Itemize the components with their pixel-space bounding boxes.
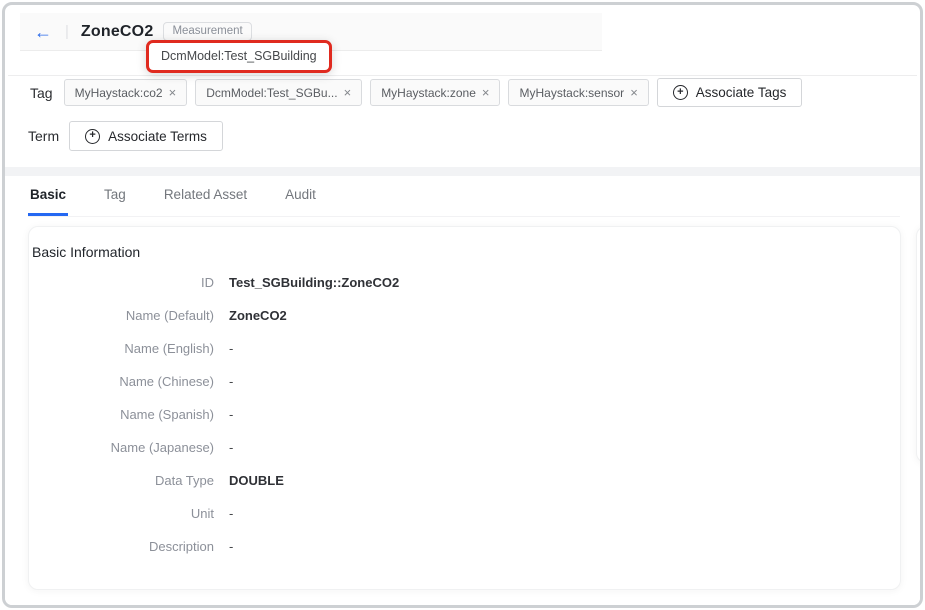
tab-basic[interactable]: Basic — [28, 180, 68, 216]
tag-chip[interactable]: MyHaystack:co2 × — [64, 79, 188, 106]
field-label: Name (Japanese) — [32, 438, 214, 458]
field-label: Unit — [32, 504, 214, 524]
field-value: - — [229, 372, 233, 392]
header-divider: | — [65, 23, 69, 40]
field-value: - — [229, 504, 233, 524]
field-row-name-default: Name (Default) ZoneCO2 — [32, 306, 900, 326]
circle-plus-icon: + — [673, 85, 688, 100]
field-row-data-type: Data Type DOUBLE — [32, 471, 900, 491]
field-value: Test_SGBuilding::ZoneCO2 — [229, 273, 399, 293]
page-title: ZoneCO2 — [81, 23, 154, 41]
tag-chip[interactable]: MyHaystack:sensor × — [508, 79, 648, 106]
field-label: Description — [32, 537, 214, 557]
tab-related-asset[interactable]: Related Asset — [162, 180, 249, 216]
tag-section-label: Tag — [30, 85, 53, 101]
term-section: Term + Associate Terms — [28, 121, 223, 151]
field-label: Name (Chinese) — [32, 372, 214, 392]
field-row-id: ID Test_SGBuilding::ZoneCO2 — [32, 273, 900, 293]
field-label: Name (English) — [32, 339, 214, 359]
app-window: ← | ZoneCO2 Measurement DcmModel:Test_SG… — [2, 2, 923, 608]
field-value: DOUBLE — [229, 471, 284, 491]
tag-chip[interactable]: DcmModel:Test_SGBu... × — [195, 79, 362, 106]
chip-close-icon[interactable]: × — [169, 86, 177, 99]
field-value: - — [229, 405, 233, 425]
tag-chip-label: DcmModel:Test_SGBu... — [206, 86, 337, 100]
field-label: Data Type — [32, 471, 214, 491]
chip-close-icon[interactable]: × — [482, 86, 490, 99]
tab-bar: Basic Tag Related Asset Audit — [28, 180, 900, 217]
tag-chip-label: MyHaystack:sensor — [519, 86, 624, 100]
tab-tag[interactable]: Tag — [102, 180, 128, 216]
measurement-badge: Measurement — [163, 22, 251, 41]
associate-terms-button[interactable]: + Associate Terms — [69, 121, 223, 151]
back-icon[interactable]: ← — [34, 23, 52, 41]
field-row-name-spanish: Name (Spanish) - — [32, 405, 900, 425]
term-section-label: Term — [28, 128, 59, 144]
field-label: Name (Spanish) — [32, 405, 214, 425]
basic-information-card: Basic Information ID Test_SGBuilding::Zo… — [28, 226, 901, 590]
basic-information-heading: Basic Information — [32, 244, 900, 260]
tabs-panel: Basic Tag Related Asset Audit Basic Info… — [5, 176, 920, 605]
field-label: Name (Default) — [32, 306, 214, 326]
tag-chip-list: MyHaystack:co2 × DcmModel:Test_SGBu... ×… — [64, 79, 649, 106]
field-row-name-english: Name (English) - — [32, 339, 900, 359]
tag-chip[interactable]: MyHaystack:zone × — [370, 79, 500, 106]
field-value: ZoneCO2 — [229, 306, 287, 326]
tag-chip-label: MyHaystack:zone — [381, 86, 476, 100]
field-row-name-japanese: Name (Japanese) - — [32, 438, 900, 458]
chip-close-icon[interactable]: × — [630, 86, 638, 99]
tag-chip-label: MyHaystack:co2 — [75, 86, 163, 100]
field-label: ID — [32, 273, 214, 293]
tag-fullname-tooltip: DcmModel:Test_SGBuilding — [161, 49, 317, 63]
section-gap — [5, 167, 920, 176]
header-bottom-divider — [8, 75, 917, 76]
associate-tags-button[interactable]: + Associate Tags — [657, 78, 803, 107]
field-row-unit: Unit - — [32, 504, 900, 524]
circle-plus-icon: + — [85, 129, 100, 144]
field-row-name-chinese: Name (Chinese) - — [32, 372, 900, 392]
field-list: ID Test_SGBuilding::ZoneCO2 Name (Defaul… — [32, 273, 900, 557]
field-value: - — [229, 339, 233, 359]
field-value: - — [229, 537, 233, 557]
adjacent-card-fragment — [916, 226, 923, 463]
field-row-description: Description - — [32, 537, 900, 557]
field-value: - — [229, 438, 233, 458]
tab-audit[interactable]: Audit — [283, 180, 318, 216]
tag-section: Tag MyHaystack:co2 × DcmModel:Test_SGBu.… — [30, 78, 802, 107]
associate-terms-label: Associate Terms — [108, 129, 207, 144]
chip-close-icon[interactable]: × — [344, 86, 352, 99]
tooltip-red-annotation: DcmModel:Test_SGBuilding — [146, 40, 332, 73]
associate-tags-label: Associate Tags — [696, 85, 787, 100]
